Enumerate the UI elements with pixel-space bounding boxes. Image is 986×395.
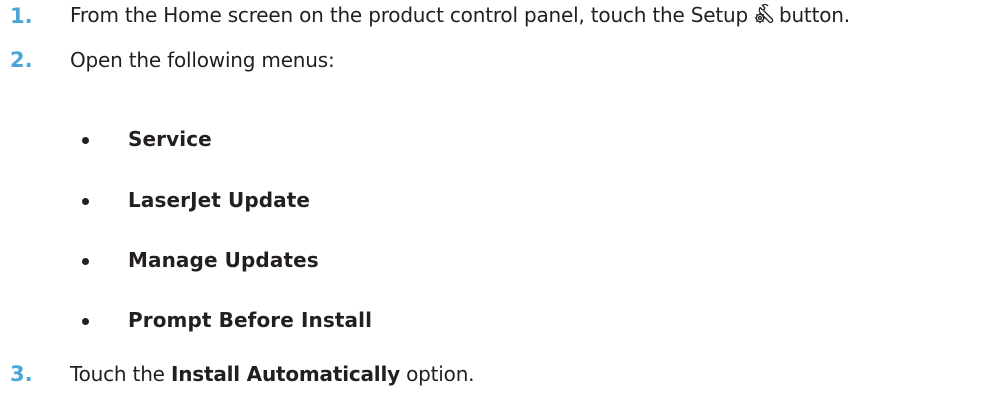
bullet-icon [82,258,89,265]
step-number: 1. [10,4,33,28]
step-text: Open the following menus: [70,48,335,72]
bullet-icon [82,198,89,205]
bullet-icon [82,137,89,144]
step-1-text-before: From the Home screen on the product cont… [70,3,748,28]
step-number: 2. [10,48,33,72]
menu-name: LaserJet Update [128,188,311,212]
menu-name: Service [128,127,212,151]
step-1-text-after: button. [778,3,850,28]
step-text: Touch the Install Automatically option. [70,362,475,386]
bullet-icon [82,318,89,325]
step-text: From the Home screen on the product cont… [70,3,850,29]
step-3-text-before: Touch the [70,362,165,386]
option-name: Install Automatically [170,362,400,386]
menu-name: Manage Updates [128,248,319,272]
step-3-text-after: option. [406,362,475,386]
step-number: 3. [10,362,33,386]
setup-wrench-gear-icon [754,3,774,23]
menu-name: Prompt Before Install [128,308,373,332]
